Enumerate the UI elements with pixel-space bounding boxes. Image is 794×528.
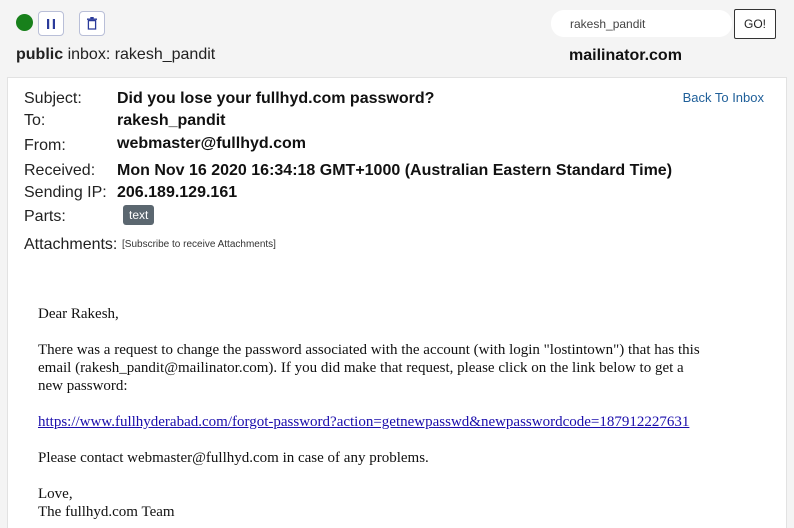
pause-icon — [47, 18, 55, 29]
parts-label: Parts: — [24, 208, 66, 225]
inbox-search-input[interactable] — [551, 10, 732, 37]
top-toolbar: public inbox: rakesh_pandit GO! mailinat… — [0, 0, 794, 72]
received-value: Mon Nov 16 2020 16:34:18 GMT+1000 (Austr… — [117, 162, 673, 179]
email-contact-line: Please contact webmaster@fullhyd.com in … — [38, 450, 429, 466]
inbox-name: inbox: rakesh_pandit — [67, 46, 216, 63]
reset-password-link[interactable]: https://www.fullhyderabad.com/forgot-pas… — [38, 414, 689, 430]
email-paragraph: There was a request to change the passwo… — [38, 341, 700, 395]
email-paragraph-line-3: new password: — [38, 378, 128, 394]
email-signature: The fullhyd.com Team — [38, 504, 175, 520]
back-to-inbox-link[interactable]: Back To Inbox — [683, 90, 764, 105]
go-button[interactable]: GO! — [734, 9, 776, 39]
attachments-label: Attachments: — [24, 236, 118, 253]
email-greeting: Dear Rakesh, — [38, 306, 119, 322]
inbox-title: public inbox: rakesh_pandit — [16, 46, 215, 64]
to-value: rakesh_pandit — [117, 112, 226, 129]
from-value: webmaster@fullhyd.com — [117, 135, 306, 152]
from-label: From: — [24, 137, 66, 154]
to-label: To: — [24, 112, 46, 129]
sending-ip-value: 206.189.129.161 — [117, 184, 238, 201]
subject-value: Did you lose your fullhyd.com password? — [117, 90, 435, 107]
brand-name: mailinator.com — [569, 47, 682, 64]
subject-label: Subject: — [24, 90, 82, 107]
part-text-badge[interactable]: text — [123, 205, 155, 225]
email-paragraph-line-2: email (rakesh_pandit@mailinator.com). If… — [38, 360, 684, 376]
received-label: Received: — [24, 162, 96, 179]
email-link-line: https://www.fullhyderabad.com/forgot-pas… — [38, 413, 689, 431]
email-signoff: Love, — [38, 486, 73, 502]
sending-ip-label: Sending IP: — [24, 184, 107, 201]
delete-button[interactable] — [79, 11, 105, 36]
inbox-visibility: public — [16, 46, 64, 63]
message-panel: Back To Inbox Subject: Did you lose your… — [7, 77, 787, 528]
attachments-note: [Subscribe to receive Attachments] — [122, 239, 276, 250]
email-paragraph-line-1: There was a request to change the passwo… — [38, 342, 700, 358]
trash-icon — [87, 17, 97, 30]
status-indicator — [16, 14, 33, 31]
pause-button[interactable] — [38, 11, 64, 36]
